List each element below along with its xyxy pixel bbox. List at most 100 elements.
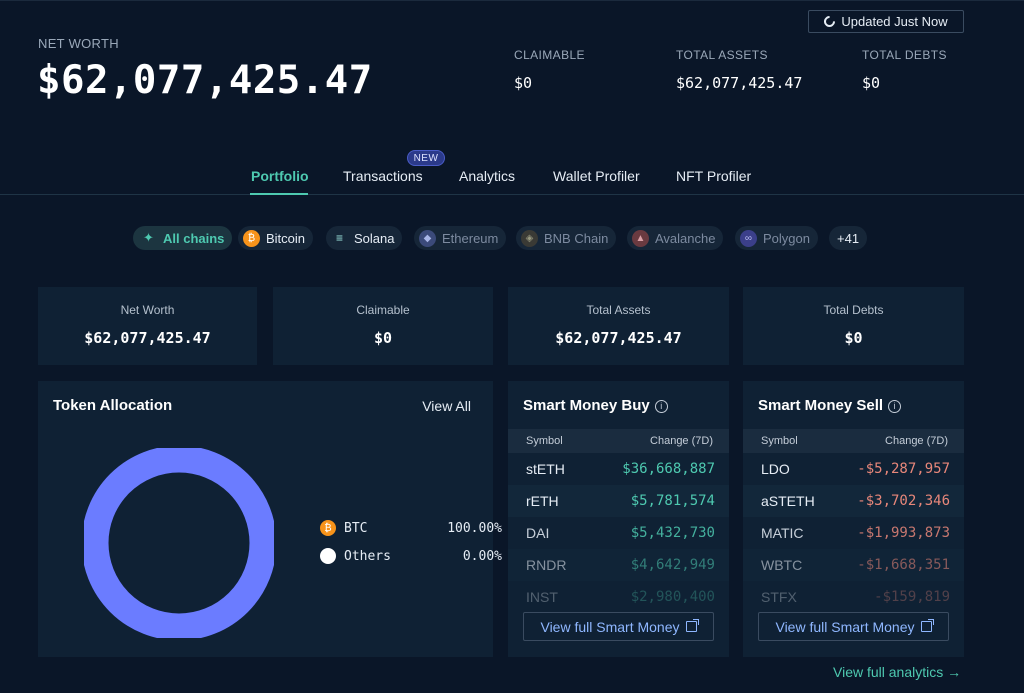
net-worth-value: $62,077,425.47	[37, 58, 373, 103]
chip-label: All chains	[163, 230, 225, 246]
chain-filter-more[interactable]: +41	[829, 226, 868, 250]
tab-transactions[interactable]: Transactions	[343, 168, 423, 184]
chain-filter-ethereum[interactable]: ◆ Ethereum	[414, 226, 507, 250]
refresh-label: Updated Just Now	[841, 14, 948, 29]
row-symbol: DAI	[526, 525, 550, 541]
table-row[interactable]: MATIC -$1,993,873	[743, 517, 964, 549]
tab-bar: Portfolio Transactions Analytics Wallet …	[0, 160, 1024, 195]
stat-label: Claimable	[356, 303, 410, 317]
summary-value: $62,077,425.47	[676, 74, 803, 92]
chain-filter-solana[interactable]: ≡ Solana	[326, 226, 403, 250]
chip-label: BNB Chain	[544, 230, 609, 246]
stat-label: Total Assets	[586, 303, 651, 317]
stat-value: $0	[844, 329, 863, 347]
net-worth-label: NET WORTH	[38, 36, 119, 51]
button-label: View full Smart Money	[540, 618, 680, 635]
summary-label: TOTAL ASSETS	[676, 48, 768, 62]
tab-nft-profiler[interactable]: NFT Profiler	[676, 168, 751, 184]
bitcoin-icon: ₿	[243, 229, 260, 247]
row-change: $36,668,887	[622, 461, 715, 477]
view-full-smart-money-sell-button[interactable]: View full Smart Money	[758, 612, 949, 641]
summary-value: $0	[514, 74, 533, 92]
view-full-smart-money-buy-button[interactable]: View full Smart Money	[523, 612, 714, 641]
ethereum-icon: ◆	[419, 229, 436, 247]
table-row[interactable]: stETH $36,668,887	[508, 453, 729, 485]
table-row[interactable]: LDO -$5,287,957	[743, 453, 964, 485]
tab-portfolio[interactable]: Portfolio	[251, 168, 309, 184]
row-change: $5,781,574	[630, 493, 715, 509]
row-symbol: INST	[526, 589, 558, 605]
info-icon[interactable]: i	[654, 400, 668, 413]
chip-label: Ethereum	[442, 230, 499, 246]
table-header: Symbol Change (7D)	[743, 429, 964, 453]
stat-card-total-debts: Total Debts $0	[743, 287, 964, 365]
column-symbol: Symbol	[761, 435, 798, 447]
stat-card-net-worth: Net Worth $62,077,425.47	[38, 287, 257, 365]
bnb-icon: ◈	[521, 229, 538, 247]
row-symbol: WBTC	[761, 557, 803, 573]
chain-filter-all[interactable]: ✦ All chains	[133, 226, 233, 250]
panel-title-text: Smart Money Sell	[758, 397, 884, 414]
info-icon[interactable]: i	[888, 400, 902, 413]
external-link-icon	[685, 619, 699, 632]
stat-label: Total Debts	[823, 303, 884, 317]
legend-name: BTC	[344, 520, 368, 536]
summary-label: TOTAL DEBTS	[862, 48, 947, 62]
table-row[interactable]: rETH $5,781,574	[508, 485, 729, 517]
chain-filter-bnb[interactable]: ◈ BNB Chain	[516, 226, 617, 250]
table-row[interactable]: STFX -$159,819	[743, 581, 964, 613]
row-change: $2,980,400	[630, 589, 715, 605]
smart-money-sell-panel: Smart Money Sell i Symbol Change (7D) LDO…	[743, 381, 964, 657]
column-change: Change (7D)	[650, 435, 713, 447]
chip-label: Avalanche	[655, 230, 716, 246]
table-row[interactable]: WBTC -$1,668,351	[743, 549, 964, 581]
stat-card-claimable: Claimable $0	[273, 287, 493, 365]
legend-percent: 100.00%	[447, 520, 502, 536]
bitcoin-icon: ₿	[320, 520, 336, 536]
panel-title: Smart Money Sell i	[758, 397, 902, 414]
chain-filter-avalanche[interactable]: ▲ Avalanche	[627, 226, 724, 250]
row-symbol: stETH	[526, 461, 565, 477]
stat-label: Net Worth	[120, 303, 175, 317]
chain-filter-polygon[interactable]: ∞ Polygon	[735, 226, 818, 250]
new-badge: NEW	[407, 150, 445, 166]
summary-value: $0	[862, 74, 881, 92]
row-symbol: rETH	[526, 493, 559, 509]
smart-money-buy-panel: Smart Money Buy i Symbol Change (7D) stET…	[508, 381, 729, 657]
table-row[interactable]: RNDR $4,642,949	[508, 549, 729, 581]
view-all-link[interactable]: View All	[422, 398, 471, 414]
table-header: Symbol Change (7D)	[508, 429, 729, 453]
table-row[interactable]: DAI $5,432,730	[508, 517, 729, 549]
stat-card-total-assets: Total Assets $62,077,425.47	[508, 287, 729, 365]
table-row[interactable]: aSTETH -$3,702,346	[743, 485, 964, 517]
chain-filter-bitcoin[interactable]: ₿ Bitcoin	[238, 226, 314, 250]
donut-ring-btc	[84, 448, 274, 638]
row-symbol: aSTETH	[761, 493, 815, 509]
summary-total-assets: TOTAL ASSETS $62,077,425.47	[676, 48, 802, 92]
row-change: -$5,287,957	[857, 461, 950, 477]
polygon-icon: ∞	[740, 229, 757, 247]
tab-wallet-profiler[interactable]: Wallet Profiler	[553, 168, 640, 184]
view-full-analytics-link[interactable]: View full analytics →	[833, 664, 961, 680]
panel-title: Token Allocation	[53, 397, 173, 414]
row-symbol: RNDR	[526, 557, 567, 573]
stat-value: $0	[373, 329, 393, 347]
avalanche-icon: ▲	[632, 229, 649, 247]
chip-label: Polygon	[763, 230, 810, 246]
refresh-button[interactable]: Updated Just Now	[808, 10, 964, 33]
row-change: $5,432,730	[630, 525, 715, 541]
table-row[interactable]: INST $2,980,400	[508, 581, 729, 613]
summary-total-debts: TOTAL DEBTS $0	[862, 48, 947, 92]
column-symbol: Symbol	[526, 435, 563, 447]
others-icon	[320, 548, 336, 564]
row-symbol: MATIC	[761, 525, 804, 541]
legend-name: Others	[344, 548, 391, 564]
panel-title: Smart Money Buy i	[523, 397, 668, 414]
chip-label: Bitcoin	[266, 230, 306, 246]
solana-icon: ≡	[335, 231, 343, 245]
legend-item-btc: ₿ BTC 100.00%	[320, 520, 502, 536]
tab-analytics[interactable]: Analytics	[459, 168, 515, 184]
row-symbol: LDO	[761, 461, 790, 477]
external-link-icon	[920, 619, 934, 632]
panel-title-text: Smart Money Buy	[523, 397, 650, 414]
